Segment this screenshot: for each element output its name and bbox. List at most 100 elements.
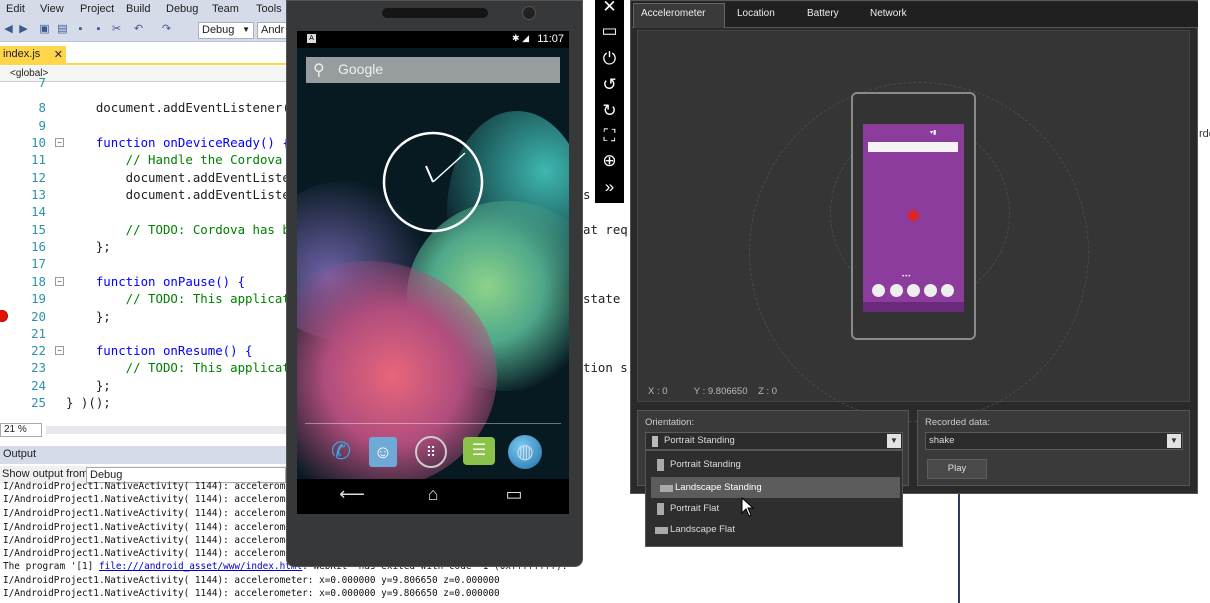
option-portrait-flat[interactable]: Portrait Flat	[646, 498, 902, 519]
collapse-icon[interactable]: −	[55, 138, 64, 147]
landscape-flat-icon	[655, 527, 668, 534]
play-button[interactable]: Play	[927, 459, 987, 479]
code-line: 17	[0, 255, 290, 272]
code-line: 16 };	[0, 238, 290, 255]
minimize-icon[interactable]: ▭	[595, 19, 624, 43]
app-drawer-icon[interactable]: ⠿	[415, 436, 447, 468]
menu-edit[interactable]: Edit	[6, 3, 25, 15]
back-icon[interactable]: ⟵	[337, 484, 367, 505]
browser-icon[interactable]: ◍	[508, 435, 542, 469]
output-line: I/AndroidProject1.NativeActivity( 1144):…	[3, 481, 297, 492]
menu-tools[interactable]: Tools	[256, 3, 282, 15]
back-icon[interactable]: ◀	[2, 23, 15, 36]
output-line: I/AndroidProject1.NativeActivity( 1144):…	[3, 494, 297, 505]
line-number: 22	[31, 343, 46, 358]
solution-explorer-fragment: rde	[1199, 128, 1210, 140]
code-line: 15 // TODO: Cordova has b	[0, 221, 290, 238]
accelerometer-readout: X : 0 Y : 9.806650 Z : 0	[648, 386, 777, 397]
collapse-icon[interactable]: −	[55, 346, 64, 355]
zoom-icon[interactable]: ⊕	[595, 149, 624, 173]
solution-config-select[interactable]: Debug ▼	[198, 22, 254, 39]
output-line: I/AndroidProject1.NativeActivity( 1144):…	[3, 548, 297, 559]
new-project-icon[interactable]: ▣	[38, 23, 51, 36]
tab-network[interactable]: Network	[870, 8, 907, 19]
code-editor[interactable]: 7 8 document.addEventListener( 9 10− fun…	[0, 75, 290, 422]
code-text: document.addEventListener(	[66, 100, 290, 115]
tab-accelerometer[interactable]: Accelerometer	[641, 8, 705, 19]
output-link[interactable]: file:///android_asset/www/index.html	[99, 561, 302, 572]
y-value: Y : 9.806650	[693, 386, 748, 397]
redo-icon[interactable]: ↷	[160, 23, 173, 36]
option-portrait-standing[interactable]: Portrait Standing	[646, 454, 902, 475]
portrait-standing-icon	[652, 436, 658, 447]
horizontal-scrollbar[interactable]	[46, 426, 286, 434]
home-icon[interactable]: ⌂	[418, 484, 448, 505]
option-landscape-standing[interactable]: Landscape Standing	[651, 477, 900, 498]
contacts-icon[interactable]: ☺	[369, 437, 397, 467]
line-number: 17	[31, 256, 46, 271]
output-title: Output	[3, 448, 37, 460]
code-text: document.addEventListe	[66, 170, 290, 185]
undo-icon[interactable]: ↶	[132, 23, 145, 36]
code-line: 13 document.addEventListe	[0, 186, 290, 203]
line-number: 21	[31, 326, 46, 341]
recorded-data-select[interactable]: shake ▼	[925, 432, 1183, 450]
close-icon[interactable]: ✕	[54, 48, 63, 61]
open-icon[interactable]: ▤	[56, 23, 69, 36]
tab-index-js[interactable]: index.js ✕	[0, 46, 66, 64]
chevron-down-icon[interactable]: ▼	[887, 434, 901, 448]
option-landscape-flat[interactable]: Landscape Flat	[646, 519, 902, 540]
code-text: };	[66, 239, 111, 254]
forward-icon[interactable]: ▶	[17, 23, 30, 36]
line-number: 24	[31, 378, 46, 393]
code-line: 25} )();	[0, 394, 290, 411]
menu-project[interactable]: Project	[80, 3, 114, 15]
device-model-app-icon	[872, 284, 885, 297]
rotate-left-icon[interactable]: ↺	[595, 73, 624, 97]
code-line: 18− function onPause() {	[0, 273, 290, 290]
device-model-search	[868, 142, 958, 152]
zoom-value: 21 %	[4, 424, 27, 435]
rotate-right-icon[interactable]: ↻	[595, 99, 624, 123]
code-line: 14	[0, 203, 290, 220]
code-comment: // Handle the Cordova	[66, 152, 283, 167]
emulator-toolbar: ✕ ▭ ⏻ ↺ ↻ ⛶ ⊕ »	[595, 0, 624, 203]
option-label: Landscape Standing	[675, 482, 762, 493]
analog-clock-widget[interactable]	[382, 131, 484, 233]
messaging-icon[interactable]: ☰	[463, 437, 495, 465]
tab-location[interactable]: Location	[737, 8, 775, 19]
power-icon[interactable]: ⏻	[595, 47, 624, 71]
menu-view[interactable]: View	[40, 3, 64, 15]
zoom-select[interactable]: 21 %	[0, 423, 42, 437]
code-comment: // TODO: This applicat	[66, 291, 290, 306]
line-number: 20	[31, 309, 46, 324]
search-placeholder: Google	[338, 61, 384, 77]
output-line: I/AndroidProject1.NativeActivity( 1144):…	[3, 535, 297, 546]
google-search-bar[interactable]: ⚲ Google	[306, 57, 560, 83]
tab-battery[interactable]: Battery	[807, 8, 839, 19]
cut-icon[interactable]: ✂	[110, 23, 123, 36]
menu-team[interactable]: Team	[212, 3, 239, 15]
recents-icon[interactable]: ▭	[499, 484, 529, 505]
code-text: function onResume() {	[66, 343, 253, 358]
emulator-screen[interactable]: A ✱ ◢ 11:07 ⚲ Google ✆ ☺ ⠿ ☰ ◍ ⟵ ⌂ ▭	[297, 31, 569, 514]
fit-to-screen-icon[interactable]: ⛶	[595, 124, 624, 148]
line-number: 16	[31, 239, 46, 254]
device-model-app-icon	[924, 284, 937, 297]
menu-build[interactable]: Build	[126, 3, 150, 15]
phone-icon[interactable]: ✆	[324, 435, 358, 469]
save-icon[interactable]: ▪	[74, 23, 87, 36]
code-overflow-text: at req	[583, 222, 628, 237]
save-all-icon[interactable]: ▪	[92, 23, 105, 36]
line-number: 7	[38, 75, 46, 90]
orientation-select[interactable]: Portrait Standing ▼	[645, 432, 903, 450]
more-tools-icon[interactable]: »	[595, 175, 624, 199]
code-text: function onDeviceReady() {	[66, 135, 290, 150]
collapse-icon[interactable]: −	[55, 277, 64, 286]
menu-debug[interactable]: Debug	[166, 3, 198, 15]
mouse-cursor-icon	[741, 497, 755, 517]
code-text: };	[66, 378, 111, 393]
chevron-down-icon[interactable]: ▼	[1167, 434, 1181, 448]
option-label: Portrait Standing	[670, 459, 741, 470]
close-icon[interactable]: ✕	[595, 0, 624, 19]
